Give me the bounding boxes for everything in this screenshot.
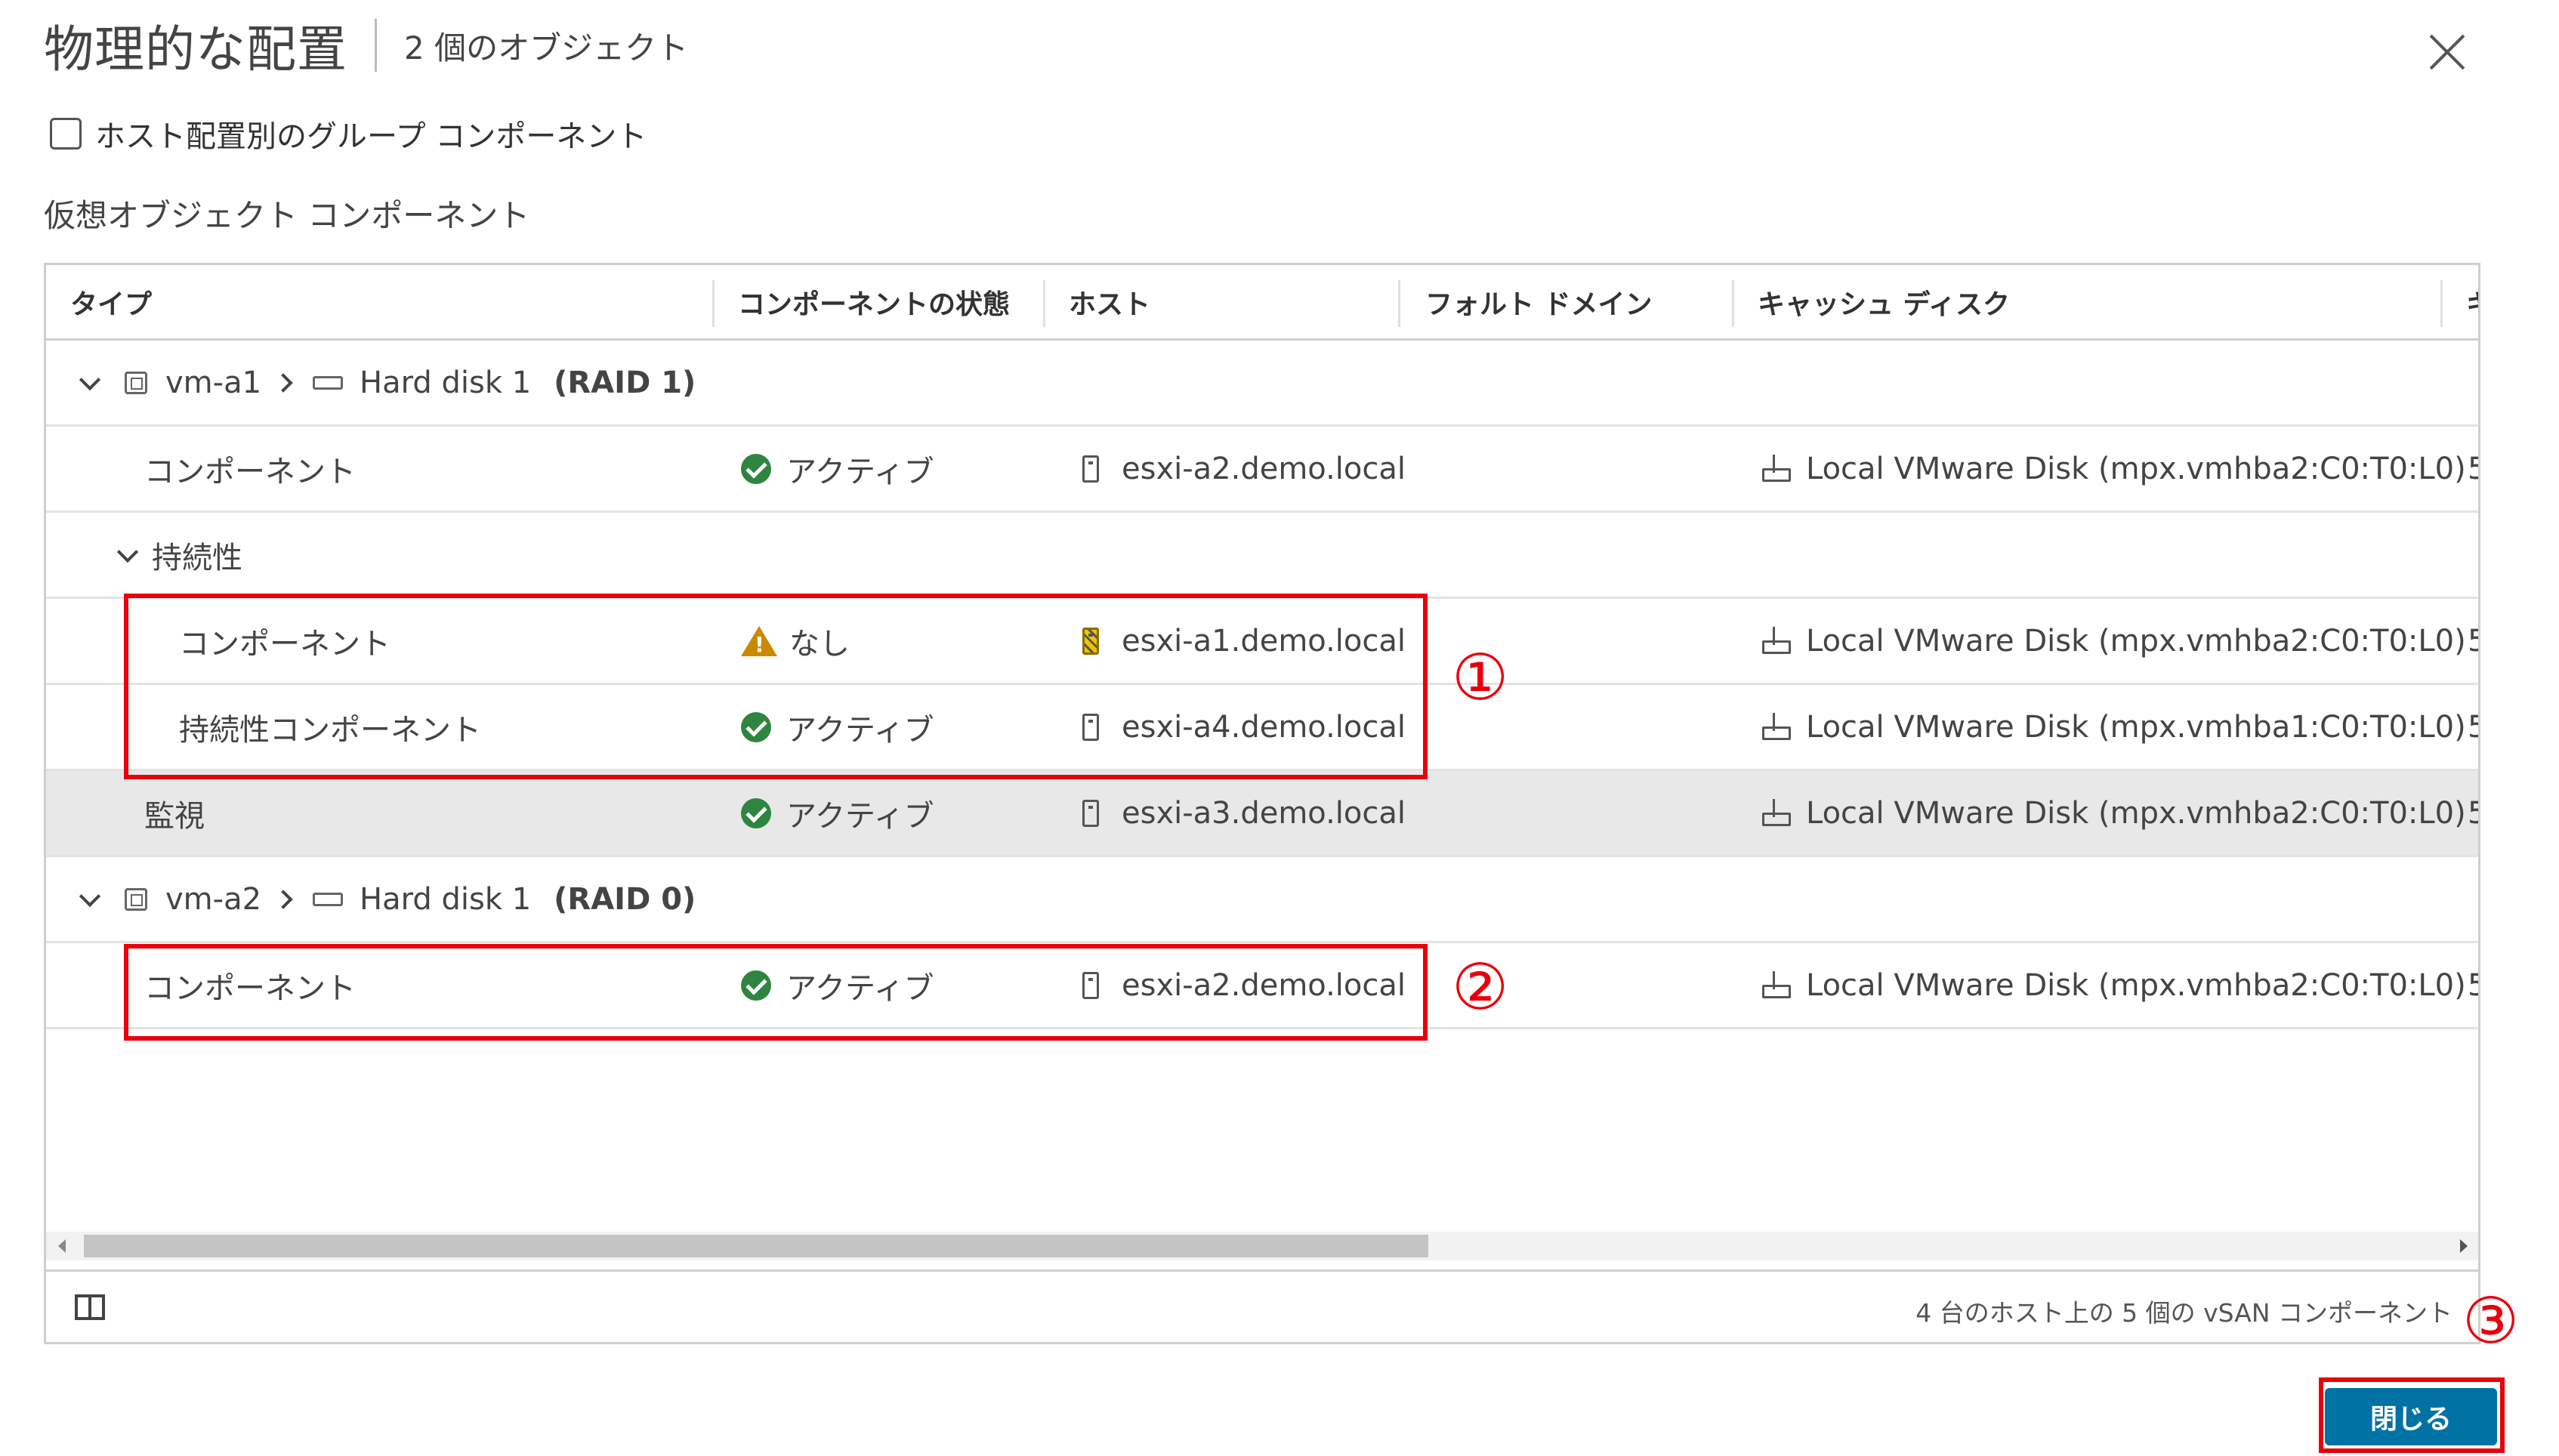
hard-disk-icon (313, 375, 344, 390)
cell-cache-disk: Local VMware Disk (mpx.vmhba1:C0:T0:L0) (1806, 709, 2466, 745)
dialog-header: 物理的な配置 2 個のオブジェクト (44, 8, 688, 83)
disk-icon (1761, 626, 1791, 656)
col-header-capacity[interactable]: キ (2466, 265, 2478, 338)
col-resize-handle[interactable] (1043, 280, 1045, 327)
check-circle-icon (741, 453, 771, 484)
chevron-down-icon[interactable] (79, 885, 101, 907)
cell-host[interactable]: esxi-a2.demo.local (1122, 452, 1406, 486)
annotation-number-3: ③ (2462, 1284, 2520, 1358)
title-divider (375, 19, 377, 72)
subgroup-row-persistence[interactable]: 持続性 (46, 513, 2478, 599)
group-row-vm-a1[interactable]: vm-a1 Hard disk 1 (RAID 1) (46, 341, 2478, 427)
scroll-left-arrow-icon[interactable] (58, 1239, 66, 1253)
cell-capacity: 5 (2468, 599, 2478, 683)
group-by-host-label: ホスト配置別のグループ コンポーネント (95, 119, 647, 154)
check-circle-icon (741, 797, 771, 828)
col-resize-handle[interactable] (2440, 280, 2443, 327)
hard-disk-icon (313, 892, 344, 906)
annotation-box-2 (124, 944, 1428, 1041)
group-by-host-option[interactable]: ホスト配置別のグループ コンポーネント (50, 112, 647, 156)
col-header-type[interactable]: タイプ (70, 265, 152, 338)
cell-capacity: 5 (2468, 685, 2478, 769)
col-header-state[interactable]: コンポーネントの状態 (738, 265, 1010, 338)
vm-icon (125, 371, 147, 394)
cell-state: アクティブ (786, 454, 934, 489)
cell-cache-disk: Local VMware Disk (mpx.vmhba2:C0:T0:L0) (1806, 451, 2466, 486)
close-icon[interactable] (2425, 29, 2470, 74)
raid-level: (RAID 0) (554, 881, 696, 917)
chevron-right-icon (273, 372, 293, 393)
close-button[interactable]: 閉じる (2325, 1388, 2497, 1445)
host-icon (1082, 455, 1099, 483)
annotation-number-2: ② (1452, 950, 1509, 1024)
components-grid: タイプ コンポーネントの状態 ホスト フォルト ドメイン キャッシュ ディスク … (44, 263, 2480, 1344)
cell-cache-disk: Local VMware Disk (mpx.vmhba2:C0:T0:L0) (1806, 795, 2466, 831)
cell-host[interactable]: esxi-a3.demo.local (1122, 796, 1406, 831)
cell-cache-disk: Local VMware Disk (mpx.vmhba2:C0:T0:L0) (1806, 623, 2466, 659)
group-row-vm-a2[interactable]: vm-a2 Hard disk 1 (RAID 0) (46, 857, 2478, 943)
scrollbar-thumb[interactable] (84, 1235, 1428, 1257)
annotation-box-1 (124, 594, 1428, 779)
col-header-cache-disk[interactable]: キャッシュ ディスク (1758, 265, 2010, 338)
col-resize-handle[interactable] (1398, 280, 1400, 327)
table-row-selected[interactable]: 監視 アクティブ esxi-a3.demo.local Local VMware… (46, 771, 2478, 857)
disk-name: Hard disk 1 (360, 881, 532, 917)
disk-icon (1761, 798, 1791, 828)
grid-header: タイプ コンポーネントの状態 ホスト フォルト ドメイン キャッシュ ディスク … (46, 265, 2478, 341)
cell-type: コンポーネント (144, 454, 356, 489)
annotation-number-1: ① (1452, 640, 1509, 714)
disk-icon (1761, 970, 1791, 1000)
col-header-fault-domain[interactable]: フォルト ドメイン (1425, 265, 1653, 338)
vm-name: vm-a2 (165, 881, 262, 917)
grid-footer: 4 台のホスト上の 5 個の vSAN コンポーネント (46, 1269, 2478, 1342)
col-resize-handle[interactable] (1732, 280, 1734, 327)
chevron-right-icon (273, 889, 293, 909)
table-row[interactable]: コンポーネント アクティブ esxi-a2.demo.local Local V… (46, 427, 2478, 513)
disk-icon (1761, 454, 1791, 483)
chevron-down-icon[interactable] (116, 541, 139, 563)
chevron-down-icon[interactable] (79, 369, 101, 390)
raid-level: (RAID 1) (554, 365, 696, 400)
cell-capacity: 5 (2468, 427, 2478, 511)
disk-icon (1761, 712, 1791, 742)
cell-cache-disk: Local VMware Disk (mpx.vmhba2:C0:T0:L0) (1806, 967, 2466, 1003)
vm-name: vm-a1 (165, 365, 262, 400)
footer-summary: 4 台のホスト上の 5 個の vSAN コンポーネント (1915, 1298, 2453, 1328)
disk-name: Hard disk 1 (360, 365, 532, 400)
section-label: 仮想オブジェクト コンポーネント (44, 197, 530, 234)
group-by-host-checkbox[interactable] (50, 118, 82, 150)
col-header-host[interactable]: ホスト (1069, 265, 1150, 338)
dialog-title: 物理的な配置 (44, 20, 347, 79)
cell-capacity: 5 (2468, 771, 2478, 855)
subgroup-label: 持続性 (152, 540, 242, 575)
col-resize-handle[interactable] (712, 280, 715, 327)
column-toggle-icon[interactable] (75, 1294, 105, 1320)
cell-state: アクティブ (786, 798, 934, 834)
horizontal-scrollbar[interactable] (46, 1232, 2478, 1260)
scroll-right-arrow-icon[interactable] (2460, 1239, 2468, 1253)
host-icon (1082, 799, 1099, 827)
cell-type: 監視 (144, 798, 205, 834)
vm-icon (125, 887, 147, 911)
cell-capacity: 5 (2468, 943, 2478, 1027)
dialog-subtitle: 2 個のオブジェクト (404, 29, 689, 66)
